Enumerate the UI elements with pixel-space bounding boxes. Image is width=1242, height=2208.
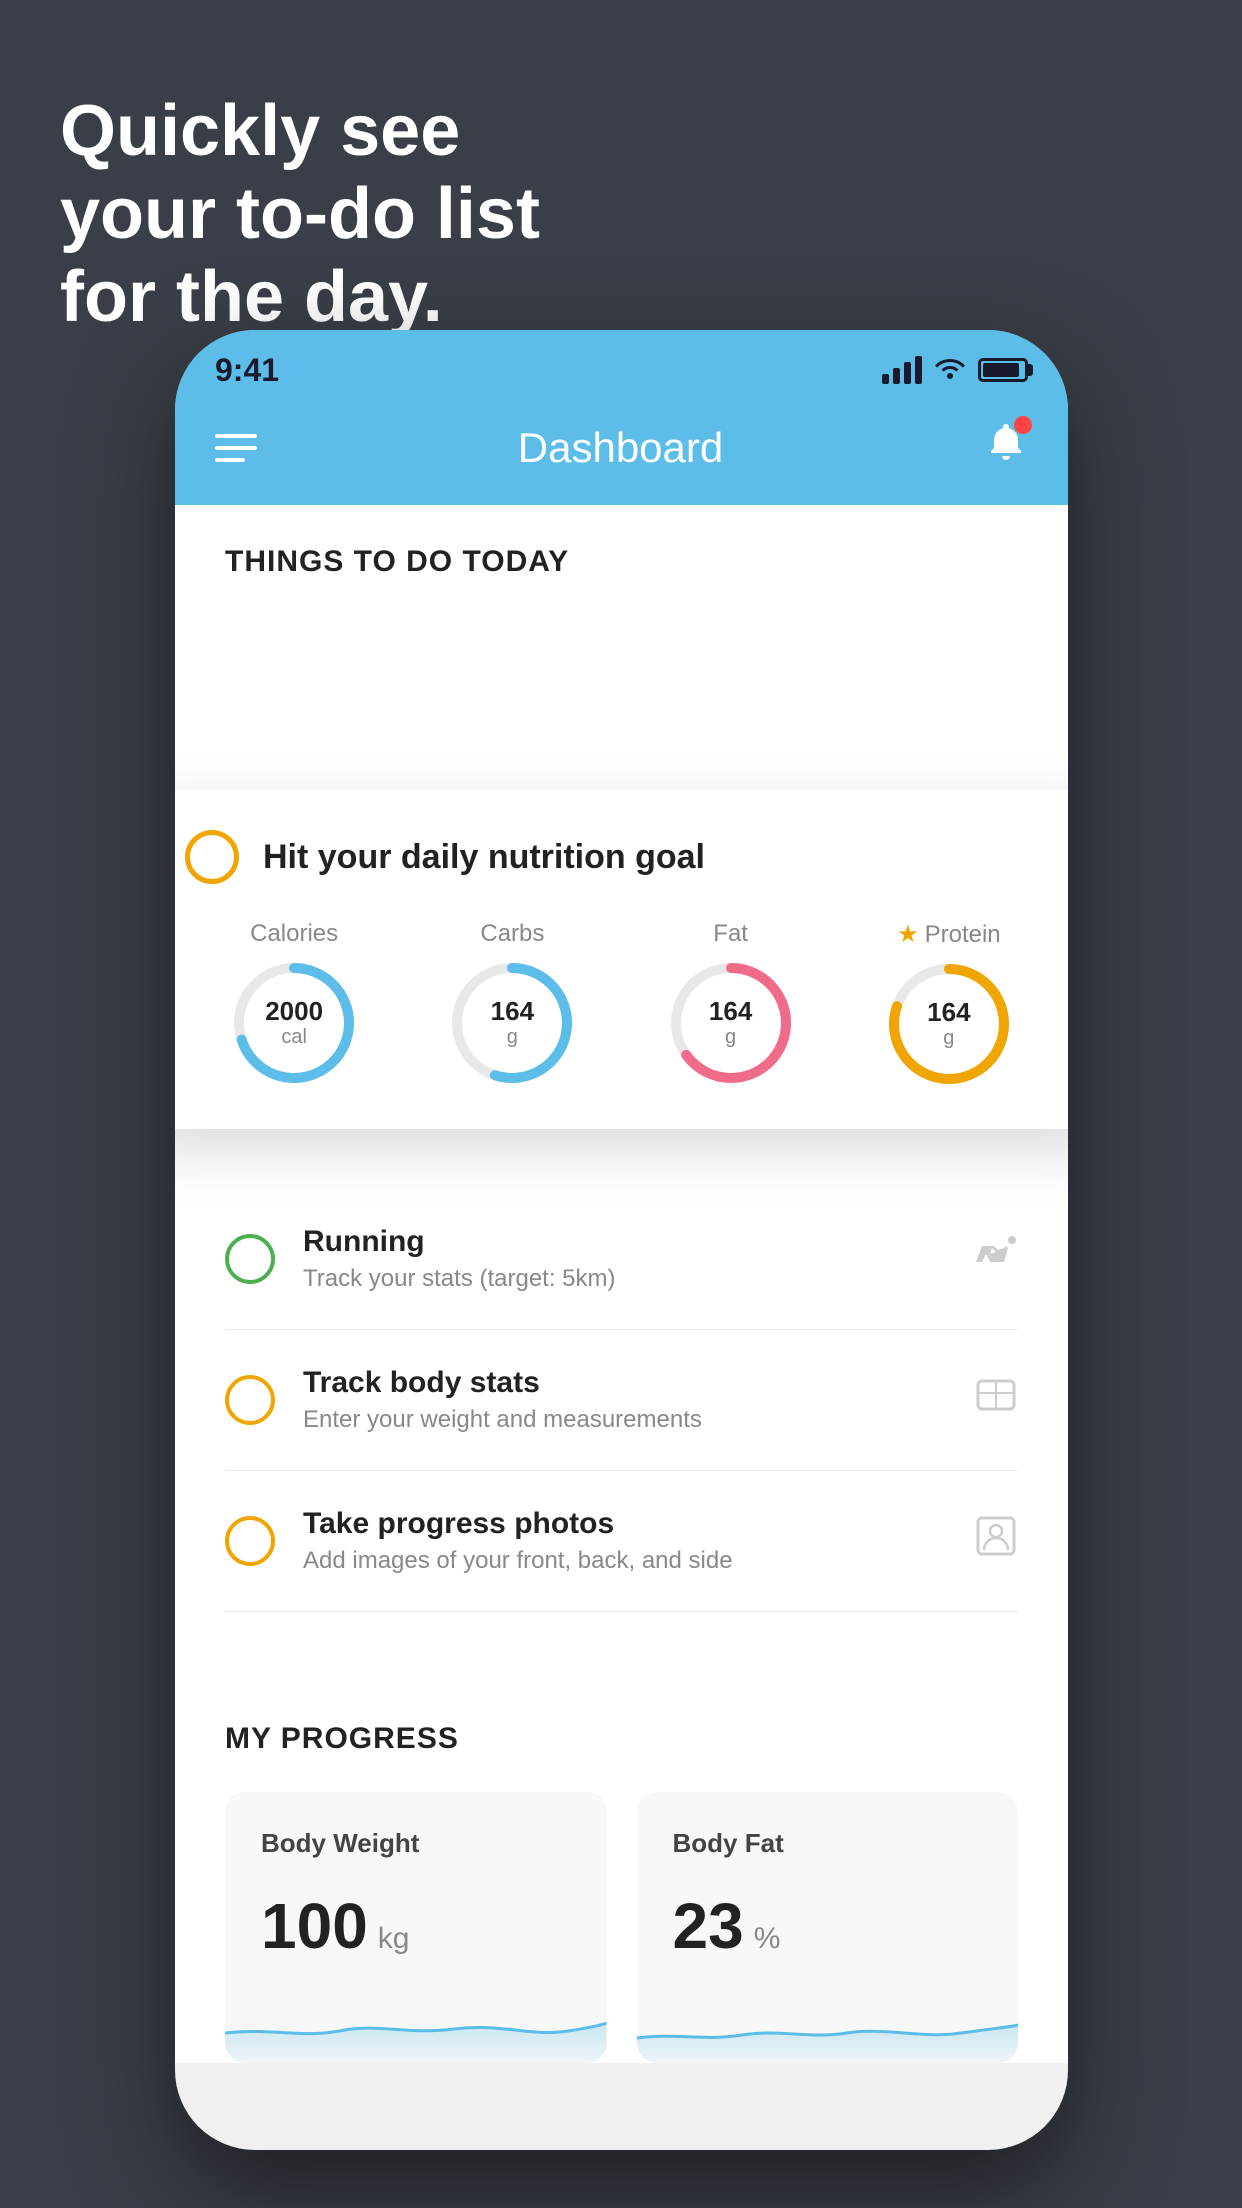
nutrition-carbs: Carbs 164 g: [447, 920, 577, 1088]
running-circle: [225, 1234, 275, 1284]
fat-unit: g: [725, 1026, 736, 1048]
wifi-icon: [934, 354, 966, 386]
body-fat-number: 23: [673, 1889, 744, 1963]
calories-value: 2000: [265, 997, 323, 1026]
body-fat-unit: %: [754, 1922, 781, 1956]
body-weight-card: Body Weight 100 kg: [225, 1792, 607, 2063]
body-stats-circle: [225, 1375, 275, 1425]
todo-item-running[interactable]: Running Track your stats (target: 5km): [225, 1189, 1018, 1330]
nutrition-card: Hit your daily nutrition goal Calories: [175, 790, 1068, 1129]
body-weight-chart: [225, 1983, 607, 2063]
things-to-do-section: THINGS TO DO TODAY: [175, 505, 1068, 599]
nutrition-protein: ★ Protein 164 g: [884, 920, 1014, 1089]
body-stats-desc: Enter your weight and measurements: [303, 1406, 946, 1434]
progress-title: MY PROGRESS: [225, 1722, 1018, 1756]
running-name: Running: [303, 1225, 946, 1259]
calories-unit: cal: [281, 1026, 307, 1048]
app-content: THINGS TO DO TODAY Hit your daily nutrit…: [175, 505, 1068, 2063]
notification-dot: [1014, 416, 1032, 434]
photos-text: Take progress photos Add images of your …: [303, 1507, 946, 1575]
headline-line3: for the day.: [60, 256, 540, 339]
status-icons: [882, 354, 1028, 386]
progress-section: MY PROGRESS Body Weight 100 kg: [175, 1672, 1068, 2063]
carbs-value: 164: [491, 997, 534, 1026]
nutrition-fat: Fat 164 g: [666, 920, 796, 1088]
running-desc: Track your stats (target: 5km): [303, 1265, 946, 1293]
headline-line2: your to-do list: [60, 173, 540, 256]
protein-unit: g: [943, 1027, 954, 1049]
nutrition-calories: Calories 2000 cal: [229, 920, 359, 1088]
headline-line1: Quickly see: [60, 90, 540, 173]
body-weight-title: Body Weight: [261, 1828, 571, 1859]
body-stats-name: Track body stats: [303, 1366, 946, 1400]
card-header: Hit your daily nutrition goal: [185, 830, 1058, 884]
notification-bell-icon[interactable]: [984, 420, 1028, 475]
protein-ring: 164 g: [884, 959, 1014, 1089]
fat-ring: 164 g: [666, 958, 796, 1088]
running-icon: [974, 1236, 1018, 1282]
hamburger-menu[interactable]: [215, 434, 257, 462]
status-bar: 9:41: [175, 330, 1068, 400]
protein-label: ★ Protein: [897, 920, 1001, 949]
running-text: Running Track your stats (target: 5km): [303, 1225, 946, 1293]
task-circle-icon: [185, 830, 239, 884]
signal-icon: [882, 356, 922, 384]
nav-bar: Dashboard: [175, 400, 1068, 505]
person-icon: [974, 1514, 1018, 1568]
protein-value: 164: [927, 998, 970, 1027]
battery-icon: [978, 358, 1028, 382]
todo-item-photos[interactable]: Take progress photos Add images of your …: [225, 1471, 1018, 1612]
body-fat-card: Body Fat 23 %: [637, 1792, 1019, 2063]
section-title: THINGS TO DO TODAY: [225, 545, 569, 578]
body-fat-value-container: 23 %: [673, 1889, 983, 1963]
todo-list: Running Track your stats (target: 5km) T…: [175, 1189, 1068, 1612]
body-weight-unit: kg: [378, 1922, 410, 1956]
body-stats-text: Track body stats Enter your weight and m…: [303, 1366, 946, 1434]
photos-name: Take progress photos: [303, 1507, 946, 1541]
body-weight-value-container: 100 kg: [261, 1889, 571, 1963]
photos-circle: [225, 1516, 275, 1566]
calories-ring: 2000 cal: [229, 958, 359, 1088]
progress-cards: Body Weight 100 kg: [225, 1792, 1018, 2063]
scale-icon: [974, 1373, 1018, 1427]
fat-value: 164: [709, 997, 752, 1026]
body-weight-number: 100: [261, 1889, 368, 1963]
star-icon: ★: [897, 920, 919, 949]
body-fat-chart: [637, 1983, 1019, 2063]
todo-item-body-stats[interactable]: Track body stats Enter your weight and m…: [225, 1330, 1018, 1471]
nutrition-grid: Calories 2000 cal: [185, 920, 1058, 1089]
nav-title: Dashboard: [518, 424, 723, 472]
carbs-ring: 164 g: [447, 958, 577, 1088]
carbs-label: Carbs: [480, 920, 544, 948]
photos-desc: Add images of your front, back, and side: [303, 1547, 946, 1575]
fat-label: Fat: [713, 920, 748, 948]
calories-label: Calories: [250, 920, 338, 948]
body-fat-title: Body Fat: [673, 1828, 983, 1859]
phone-mockup: 9:41: [175, 330, 1068, 2150]
status-time: 9:41: [215, 352, 279, 389]
card-title: Hit your daily nutrition goal: [263, 838, 705, 877]
carbs-unit: g: [507, 1026, 518, 1048]
headline: Quickly see your to-do list for the day.: [60, 90, 540, 338]
